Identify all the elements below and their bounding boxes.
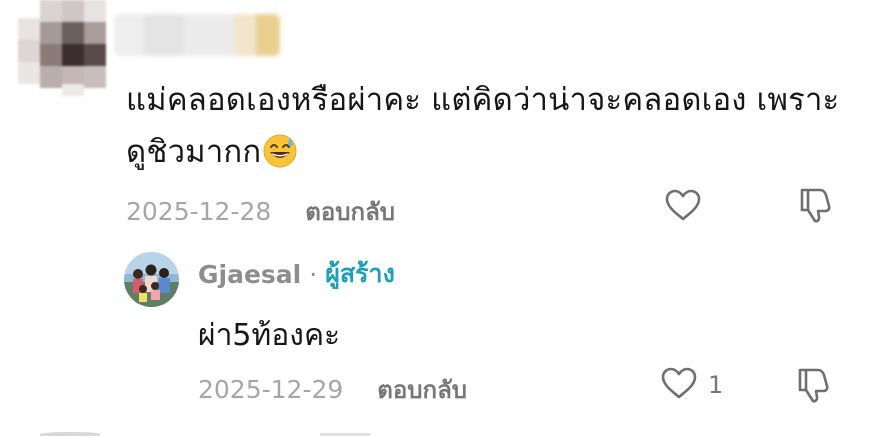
comment-text-line-1: แม่คลอดเองหรือผ่าคะ แต่คิดว่าน่าจะคลอดเอ… <box>126 82 840 118</box>
comment-date: 2025-12-28 <box>126 197 272 226</box>
next-comment-avatar-peek <box>40 432 100 436</box>
creator-badge: ผู้สร้าง <box>325 259 395 288</box>
comment-body: แม่คลอดเองหรือผ่าคะ แต่คิดว่าน่าจะคลอดเอ… <box>126 74 856 178</box>
comment-text-line-2: ดูชิวมากก <box>126 126 856 178</box>
avatar[interactable] <box>18 0 106 96</box>
reply-body: ผ่า5ท้องคะ <box>198 318 341 353</box>
reply-like-button[interactable]: 1 <box>660 366 723 404</box>
reply-reply-button[interactable]: ตอบกลับ <box>377 370 467 409</box>
heart-outline-icon <box>664 188 702 226</box>
reply-meta: 2025-12-29 ตอบกลับ <box>198 370 467 409</box>
reply-button[interactable]: ตอบกลับ <box>305 192 395 231</box>
reply-username[interactable]: Gjaesal <box>198 260 301 289</box>
comment-text-line-2-label: ดูชิวมากก <box>126 134 262 170</box>
reply-avatar[interactable] <box>124 252 179 307</box>
thumbs-down-outline-icon <box>796 186 834 228</box>
comment-meta: 2025-12-28 ตอบกลับ <box>126 192 395 231</box>
separator-dot: · <box>309 259 318 289</box>
sweat-smile-emoji-icon <box>263 132 297 168</box>
username-redacted <box>114 14 280 56</box>
thumbs-down-outline-icon <box>794 366 832 408</box>
like-button[interactable] <box>664 188 702 226</box>
reply-date: 2025-12-29 <box>198 375 344 404</box>
comment-thread: แม่คลอดเองหรือผ่าคะ แต่คิดว่าน่าจะคลอดเอ… <box>0 0 870 436</box>
reply-dislike-button[interactable] <box>794 366 832 408</box>
dislike-button[interactable] <box>796 186 834 228</box>
reply-header: Gjaesal · ผู้สร้าง <box>198 254 395 294</box>
heart-outline-icon <box>660 366 698 404</box>
reply-like-count: 1 <box>708 371 724 399</box>
